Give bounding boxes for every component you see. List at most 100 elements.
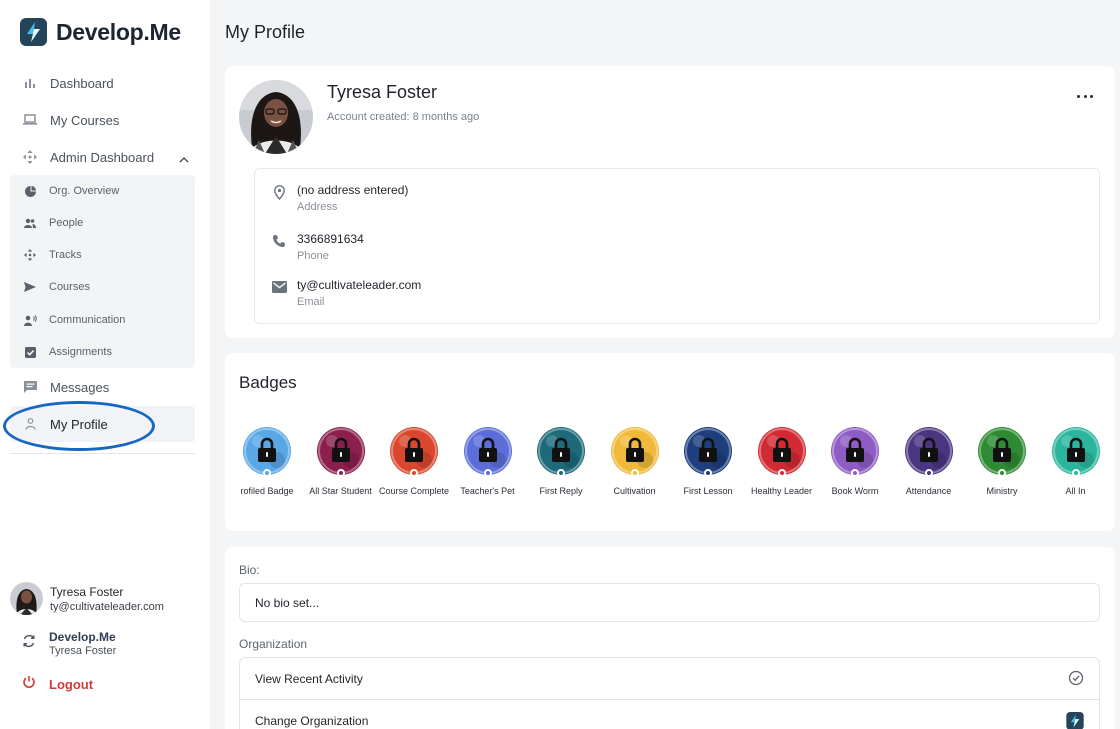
- more-options-button[interactable]: [1077, 92, 1093, 100]
- brand[interactable]: Develop.Me: [20, 18, 181, 46]
- address-caption: Address: [297, 201, 338, 213]
- brand-logo-icon: [1066, 712, 1084, 729]
- brand-logo-icon: [20, 18, 47, 46]
- badge-item[interactable]: Healthy Leader: [745, 427, 819, 501]
- change-organization-label: Change Organization: [255, 714, 369, 728]
- sidebar-subitem-people[interactable]: People: [10, 210, 195, 236]
- bio-value: No bio set...: [255, 596, 320, 610]
- logout-button[interactable]: Logout: [22, 675, 93, 694]
- chat-icon: [22, 379, 38, 395]
- change-organization-row[interactable]: Change Organization: [240, 700, 1099, 729]
- sidebar-subitem-label: Org. Overview: [49, 185, 120, 197]
- badge-item[interactable]: Attendance: [892, 427, 966, 501]
- badge-item[interactable]: Course Complete: [377, 427, 451, 501]
- badge-status-dot: [924, 469, 933, 477]
- organization-switcher[interactable]: Develop.Me Tyresa Foster: [22, 630, 116, 657]
- badge-item[interactable]: All Star Student: [304, 427, 378, 501]
- power-icon: [22, 675, 36, 694]
- sidebar-item-my-courses[interactable]: My Courses: [10, 104, 195, 136]
- email-caption: Email: [297, 296, 325, 308]
- address-row: (no address entered) Address: [271, 183, 408, 213]
- badge-item[interactable]: Ministry: [965, 427, 1039, 501]
- badge-status-dot: [263, 469, 271, 477]
- sidebar-subitem-assignments[interactable]: Assignments: [10, 339, 195, 365]
- chevron-up-icon: [179, 151, 189, 169]
- sidebar-subitem-courses[interactable]: Courses: [10, 274, 195, 300]
- sidebar-item-label: My Courses: [50, 112, 120, 128]
- profile-name: Tyresa Foster: [327, 82, 438, 102]
- badge-item[interactable]: All In: [1039, 427, 1113, 501]
- profile-card: Tyresa Foster Account created: 8 months …: [225, 66, 1115, 338]
- badge-item[interactable]: Book Worm: [818, 427, 892, 501]
- badge-status-dot: [336, 469, 345, 477]
- org-user: Tyresa Foster: [49, 645, 117, 657]
- sidebar-subitem-tracks[interactable]: Tracks: [10, 242, 195, 268]
- location-pin-icon: [271, 184, 287, 200]
- lock-icon: [551, 437, 571, 463]
- sidebar-divider: [10, 453, 195, 454]
- sidebar-subitem-label: Courses: [49, 281, 90, 293]
- phone-row: 3366891634 Phone: [271, 232, 364, 262]
- lock-icon: [331, 437, 351, 463]
- send-icon: [23, 280, 37, 294]
- move-arrows-icon: [23, 248, 37, 262]
- bio-field[interactable]: No bio set...: [239, 583, 1100, 622]
- account-created: Account created: 8 months ago: [327, 111, 480, 123]
- lock-icon: [845, 437, 865, 463]
- move-arrows-icon: [22, 149, 38, 165]
- people-icon: [23, 216, 37, 230]
- organization-list: View Recent Activity Change Organization: [239, 657, 1100, 729]
- bio-card: Bio: No bio set... Organization View Rec…: [225, 547, 1115, 729]
- badge-status-dot: [1071, 469, 1080, 477]
- profile-avatar: [239, 80, 313, 154]
- bar-chart-icon: [22, 75, 38, 91]
- refresh-cycle-icon: [22, 634, 36, 653]
- phone-caption: Phone: [297, 250, 329, 262]
- lock-icon: [919, 437, 939, 463]
- sidebar-subitem-label: People: [49, 217, 84, 229]
- dot: [1090, 94, 1093, 98]
- badge-status-dot: [557, 469, 565, 477]
- brand-name: Develop.Me: [56, 18, 181, 45]
- badge-item[interactable]: First Lesson: [671, 427, 745, 501]
- email-value: ty@cultivateleader.com: [297, 278, 422, 292]
- user-email: ty@cultivateleader.com: [50, 600, 164, 613]
- badge-status-dot: [630, 469, 639, 477]
- badge-status-dot: [851, 469, 859, 477]
- badges-card: Badges rofiled Badge All Star Student Cour…: [225, 353, 1115, 531]
- sidebar-item-admin-dashboard[interactable]: Admin Dashboard: [10, 141, 195, 173]
- sidebar-subitem-label: Tracks: [49, 249, 82, 261]
- badge-status-dot: [998, 469, 1006, 477]
- badge-item[interactable]: Teacher's Pet: [451, 427, 525, 501]
- pie-chart-icon: [23, 184, 37, 198]
- badge-status-dot: [704, 469, 712, 477]
- organization-label: Organization: [239, 637, 308, 651]
- lock-icon: [404, 437, 424, 463]
- view-recent-activity-row[interactable]: View Recent Activity: [240, 658, 1099, 700]
- sidebar-item-label: Admin Dashboard: [50, 149, 155, 165]
- sidebar-subitem-org-overview[interactable]: Org. Overview: [10, 178, 195, 204]
- sidebar-item-dashboard[interactable]: Dashboard: [10, 67, 195, 99]
- badge-item[interactable]: First Reply: [524, 427, 598, 501]
- sidebar-subitem-label: Assignments: [49, 346, 112, 358]
- badge-item[interactable]: Cultivation: [598, 427, 672, 501]
- sidebar-subitem-communication[interactable]: Communication: [10, 307, 195, 333]
- speaker-person-icon: [23, 313, 37, 327]
- checkbox-icon: [23, 345, 37, 359]
- badges-title: Badges: [239, 373, 297, 392]
- sidebar: Develop.Me Dashboard My Courses Admin Da…: [0, 0, 210, 729]
- dot: [1077, 94, 1080, 98]
- check-circle-icon: [1068, 670, 1084, 691]
- current-user[interactable]: Tyresa Foster ty@cultivateleader.com: [10, 582, 164, 615]
- user-name: Tyresa Foster: [50, 584, 124, 599]
- highlight-annotation: [3, 401, 155, 451]
- badge-item[interactable]: rofiled Badge: [230, 427, 304, 501]
- address-value: (no address entered): [297, 183, 409, 197]
- sidebar-item-messages[interactable]: Messages: [10, 371, 195, 403]
- lock-icon: [478, 437, 498, 463]
- dot: [1083, 94, 1087, 98]
- sidebar-item-label: Messages: [50, 379, 110, 395]
- laptop-icon: [22, 112, 38, 128]
- logout-label: Logout: [49, 677, 94, 692]
- phone-value: 3366891634: [297, 232, 364, 246]
